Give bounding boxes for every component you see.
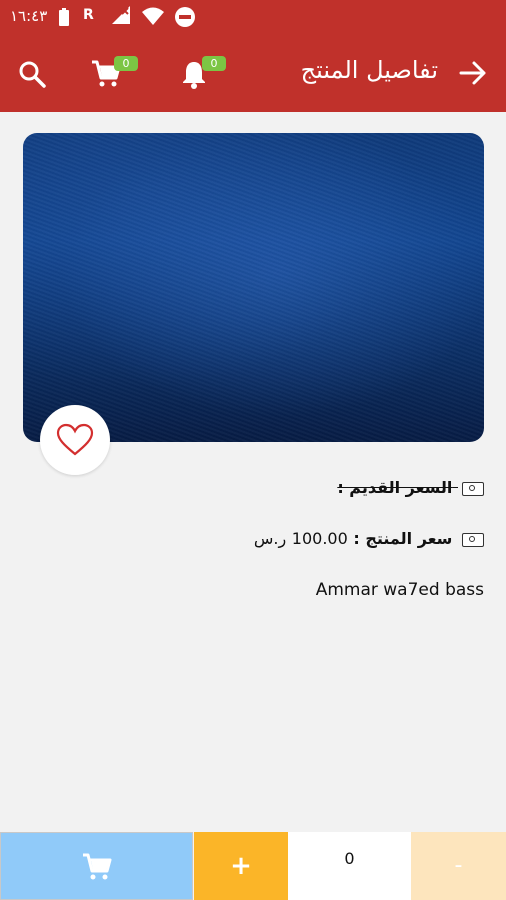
notifications-badge: 0	[202, 56, 226, 71]
price-label: سعر المنتج :	[353, 529, 453, 548]
cart-icon	[83, 853, 112, 880]
currency: ر.س	[253, 529, 287, 548]
bottom-action-bar: + 0 -	[0, 832, 506, 900]
notifications-button[interactable]: 0	[178, 54, 226, 94]
product-description: Ammar wa7ed bass	[315, 580, 484, 600]
app-bar: 0 0 تفاصيل المنتج	[0, 34, 506, 112]
increase-quantity-button[interactable]: +	[194, 832, 288, 900]
cash-icon	[462, 481, 484, 496]
battery-icon	[58, 7, 70, 31]
cart-button[interactable]: 0	[90, 54, 138, 94]
favorite-button[interactable]	[40, 405, 110, 475]
old-price-label: السعر القديم :	[337, 478, 453, 497]
status-time: ١٦:٤٣	[10, 7, 48, 25]
product-image	[23, 133, 484, 442]
carrier-label: R	[83, 7, 94, 23]
quantity-value: 0	[288, 832, 411, 900]
decrease-quantity-button[interactable]: -	[411, 832, 506, 900]
back-arrow-icon[interactable]	[458, 58, 488, 88]
page-title: تفاصيل المنتج	[300, 56, 438, 84]
do-not-disturb-icon	[174, 6, 196, 32]
cash-icon	[462, 532, 484, 547]
heart-icon	[56, 423, 94, 456]
search-icon[interactable]	[16, 54, 56, 94]
wifi-icon	[141, 6, 165, 30]
add-to-cart-button[interactable]	[0, 832, 193, 900]
image-texture	[23, 133, 484, 442]
price-row: سعر المنتج : 100.00 ر.س	[254, 529, 484, 548]
signal-off-icon	[110, 4, 132, 30]
cart-badge: 0	[114, 56, 138, 71]
status-bar: ١٦:٤٣ R	[0, 0, 506, 34]
old-price-row: السعر القديم :	[337, 478, 484, 497]
price-value: 100.00	[291, 529, 348, 548]
